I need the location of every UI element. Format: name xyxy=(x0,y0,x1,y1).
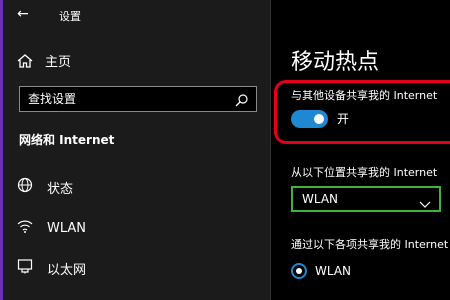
back-arrow-icon: ← xyxy=(17,6,29,22)
sidebar-item-ethernet[interactable]: 以太网 xyxy=(17,258,86,278)
search-box[interactable] xyxy=(19,86,257,112)
search-icon[interactable] xyxy=(235,92,248,111)
home-icon xyxy=(17,53,33,68)
share-from-select[interactable]: WLAN xyxy=(291,186,441,212)
sidebar-item-label: WLAN xyxy=(47,220,87,236)
page-title: 移动热点 xyxy=(291,50,380,75)
home-label: 主页 xyxy=(45,55,72,70)
share-over-label: 通过以下各项共享我的 Internet xyxy=(291,238,449,251)
back-button[interactable]: ← xyxy=(17,6,29,22)
wifi-icon xyxy=(17,218,33,238)
select-value: WLAN xyxy=(302,192,339,206)
section-title: 网络和 Internet xyxy=(19,133,115,147)
sidebar: ← 设置 主页 网络和 Internet 状态 WLAN 以太网 xyxy=(3,0,270,300)
chevron-down-icon xyxy=(419,194,431,213)
toggle-state-label: 开 xyxy=(337,112,350,126)
wlan-radio-button[interactable] xyxy=(291,263,307,279)
sidebar-item-status[interactable]: 状态 xyxy=(17,177,73,197)
share-from-label: 从以下位置共享我的 Internet xyxy=(291,166,438,179)
main-content: 移动热点 与其他设备共享我的 Internet 开 从以下位置共享我的 Inte… xyxy=(271,0,450,300)
ethernet-icon xyxy=(17,258,33,278)
globe-icon xyxy=(17,177,33,197)
radio-selected-dot xyxy=(296,268,302,274)
sidebar-item-label: 状态 xyxy=(47,181,74,197)
home-nav-item[interactable]: 主页 xyxy=(17,51,71,70)
radio-label: WLAN xyxy=(315,264,352,278)
hotspot-toggle[interactable] xyxy=(291,110,328,128)
share-internet-label: 与其他设备共享我的 Internet xyxy=(291,89,438,102)
search-input[interactable] xyxy=(20,87,256,111)
window-title: 设置 xyxy=(59,10,81,23)
toggle-knob xyxy=(314,114,324,124)
sidebar-item-label: 以太网 xyxy=(47,262,87,278)
sidebar-item-wlan[interactable]: WLAN xyxy=(17,218,86,238)
